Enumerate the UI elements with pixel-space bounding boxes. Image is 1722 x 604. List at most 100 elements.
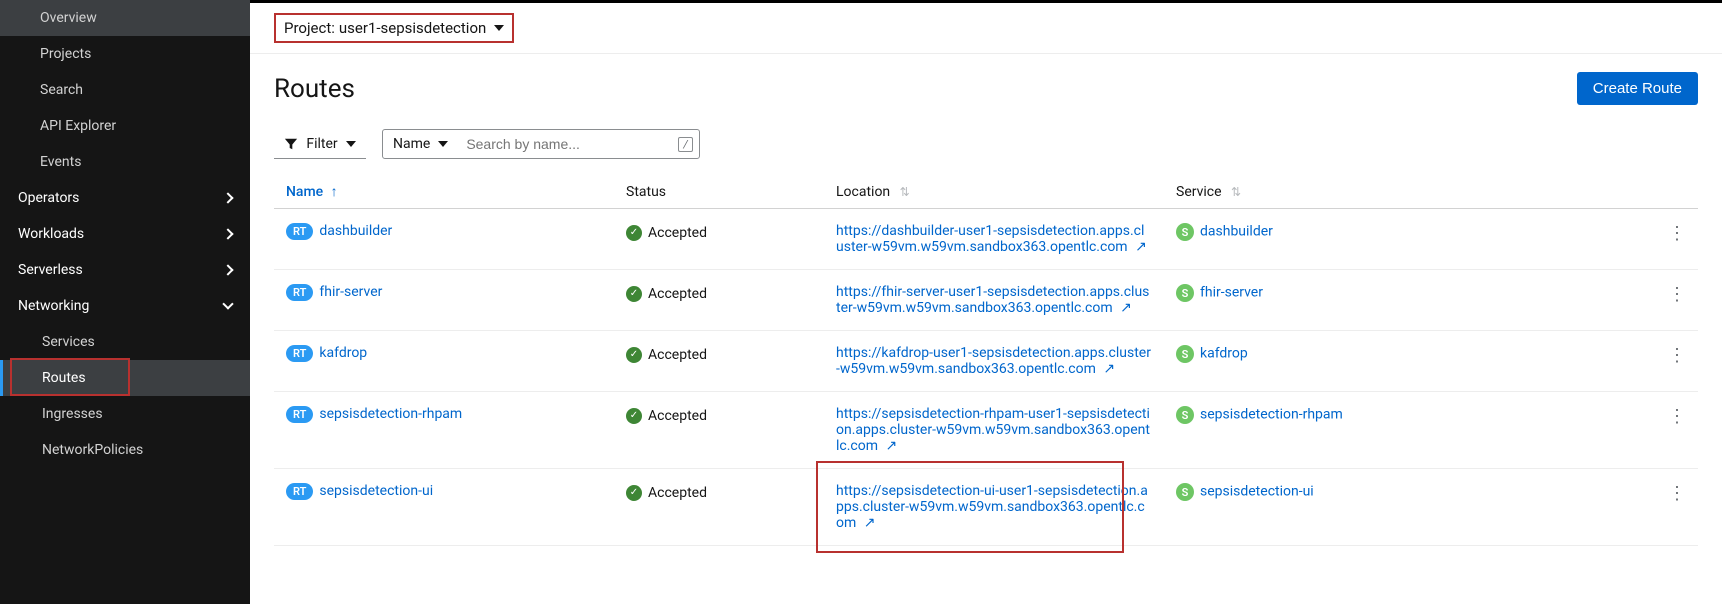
- service-badge: S: [1176, 223, 1194, 241]
- external-link-icon: ↗: [1100, 361, 1115, 377]
- check-circle-icon: ✓: [626, 347, 642, 363]
- nav-sub-routes[interactable]: Routes: [0, 360, 250, 396]
- service-link[interactable]: kafdrop: [1200, 346, 1248, 362]
- service-badge: S: [1176, 406, 1194, 424]
- check-circle-icon: ✓: [626, 485, 642, 501]
- highlight-box: [10, 358, 130, 396]
- external-link-icon: ↗: [860, 515, 875, 531]
- nav-item-projects[interactable]: Projects: [0, 36, 250, 72]
- status-badge: ✓ Accepted: [626, 347, 707, 363]
- nav-section-label: Workloads: [18, 226, 84, 242]
- kebab-menu[interactable]: ⋮: [1656, 392, 1698, 469]
- filter-label: Filter: [306, 136, 337, 152]
- kebab-menu[interactable]: ⋮: [1656, 331, 1698, 392]
- name-filter-group: Name /: [382, 129, 700, 159]
- status-badge: ✓ Accepted: [626, 485, 707, 501]
- table-row: RTsepsisdetection-ui✓Acceptedhttps://sep…: [274, 469, 1698, 546]
- project-selector[interactable]: Project: user1-sepsisdetection: [274, 13, 514, 43]
- table-row: RT kafdrop ✓ Accepted https://kafdrop-user1-…: [274, 331, 1698, 392]
- main-content: Project: user1-sepsisdetection Routes Cr…: [250, 0, 1722, 604]
- service-link[interactable]: fhir-server: [1200, 285, 1263, 301]
- external-link-icon: ↗: [1132, 239, 1147, 255]
- create-route-button[interactable]: Create Route: [1577, 72, 1698, 105]
- check-circle-icon: ✓: [626, 408, 642, 424]
- nav-sub-ingresses[interactable]: Ingresses: [0, 396, 250, 432]
- nav-item-api-explorer[interactable]: API Explorer: [0, 108, 250, 144]
- sort-handle-icon: ⇅: [1231, 185, 1241, 199]
- col-location[interactable]: Location ⇅: [824, 175, 1164, 209]
- caret-down-icon: [346, 141, 356, 147]
- status-text: Accepted: [648, 225, 707, 241]
- table-row: RT dashbuilder ✓Accepted https://dashbuilde…: [274, 209, 1698, 270]
- col-name-label: Name: [286, 184, 323, 200]
- nav-section-label: Operators: [18, 190, 79, 206]
- external-link-icon: ↗: [882, 438, 897, 454]
- route-name-link[interactable]: kafdrop: [319, 345, 367, 361]
- chevron-right-icon: [222, 264, 233, 275]
- col-location-label: Location: [836, 184, 890, 200]
- service-badge: S: [1176, 483, 1194, 501]
- status-badge: ✓Accepted: [626, 408, 707, 424]
- nav-section-operators[interactable]: Operators: [0, 180, 250, 216]
- col-service[interactable]: Service ⇅: [1164, 175, 1656, 209]
- nav-section-label: Serverless: [18, 262, 83, 278]
- nav-item-overview[interactable]: Overview: [0, 0, 250, 36]
- funnel-icon: [284, 137, 298, 151]
- route-name-link[interactable]: fhir-server: [319, 284, 382, 300]
- kebab-menu[interactable]: ⋮: [1656, 469, 1698, 546]
- sidebar: OverviewProjectsSearchAPI ExplorerEvents…: [0, 0, 250, 604]
- location-link[interactable]: https://kafdrop-user1-sepsisdetection.ap…: [836, 345, 1151, 377]
- project-bar: Project: user1-sepsisdetection: [250, 3, 1722, 54]
- route-badge: RT: [286, 284, 313, 301]
- nav-section-networking[interactable]: Networking: [0, 288, 250, 324]
- service-link[interactable]: dashbuilder: [1200, 224, 1273, 240]
- kebab-menu[interactable]: ⋮: [1656, 270, 1698, 331]
- project-name: user1-sepsisdetection: [339, 19, 486, 37]
- route-badge: RT: [286, 345, 313, 362]
- nav-section-label: Networking: [18, 298, 89, 314]
- search-input[interactable]: [458, 130, 678, 158]
- name-filter-dropdown[interactable]: Name: [383, 130, 458, 158]
- route-name-link[interactable]: sepsisdetection-rhpam: [319, 406, 462, 422]
- status-text: Accepted: [648, 347, 707, 363]
- kebab-menu[interactable]: ⋮: [1656, 209, 1698, 270]
- nav-item-search[interactable]: Search: [0, 72, 250, 108]
- nav-section-serverless[interactable]: Serverless: [0, 252, 250, 288]
- location-link[interactable]: https://fhir-server-user1-sepsisdetectio…: [836, 284, 1149, 316]
- nav-item-events[interactable]: Events: [0, 144, 250, 180]
- col-name[interactable]: Name ↑: [274, 175, 614, 209]
- route-name-link[interactable]: dashbuilder: [319, 223, 392, 239]
- chevron-right-icon: [222, 192, 233, 203]
- keyboard-hint: /: [678, 137, 692, 152]
- location-link[interactable]: https://sepsisdetection-ui-user1-sepsisd…: [836, 483, 1148, 531]
- location-link[interactable]: https://dashbuilder-user1-sepsisdetectio…: [836, 223, 1147, 255]
- location-link[interactable]: https://sepsisdetection-rhpam-user1-seps…: [836, 406, 1150, 454]
- filter-dropdown[interactable]: Filter: [274, 130, 366, 159]
- route-name-link[interactable]: sepsisdetection-ui: [319, 483, 433, 499]
- service-link[interactable]: sepsisdetection-rhpam: [1200, 407, 1343, 423]
- status-text: Accepted: [648, 485, 707, 501]
- sort-arrow-icon: ↑: [331, 184, 338, 200]
- nav-section-workloads[interactable]: Workloads: [0, 216, 250, 252]
- table-header-row: Name ↑ Status Location ⇅ Service ⇅: [274, 175, 1698, 209]
- route-badge: RT: [286, 223, 313, 240]
- chevron-down-icon: [222, 298, 233, 309]
- col-status[interactable]: Status: [614, 175, 824, 209]
- service-badge: S: [1176, 284, 1194, 302]
- header-row: Routes Create Route: [274, 72, 1698, 105]
- service-link[interactable]: sepsisdetection-ui: [1200, 484, 1314, 500]
- check-circle-icon: ✓: [626, 286, 642, 302]
- nav-sub-services[interactable]: Services: [0, 324, 250, 360]
- routes-table: Name ↑ Status Location ⇅ Service ⇅: [274, 175, 1698, 546]
- nav-sections: Operators Workloads Serverless Networking Se…: [0, 180, 250, 468]
- col-actions: [1656, 175, 1698, 209]
- status-badge: ✓Accepted: [626, 225, 707, 241]
- status-badge: ✓ Accepted: [626, 286, 707, 302]
- status-text: Accepted: [648, 286, 707, 302]
- project-prefix: Project:: [284, 19, 335, 37]
- content-area: Routes Create Route Filter Name /: [250, 54, 1722, 604]
- col-service-label: Service: [1176, 184, 1222, 200]
- nav-top-group: OverviewProjectsSearchAPI ExplorerEvents: [0, 0, 250, 180]
- nav-sub-networkpolicies[interactable]: NetworkPolicies: [0, 432, 250, 468]
- table-row: RT fhir-server ✓ Accepted https://fhir-serve…: [274, 270, 1698, 331]
